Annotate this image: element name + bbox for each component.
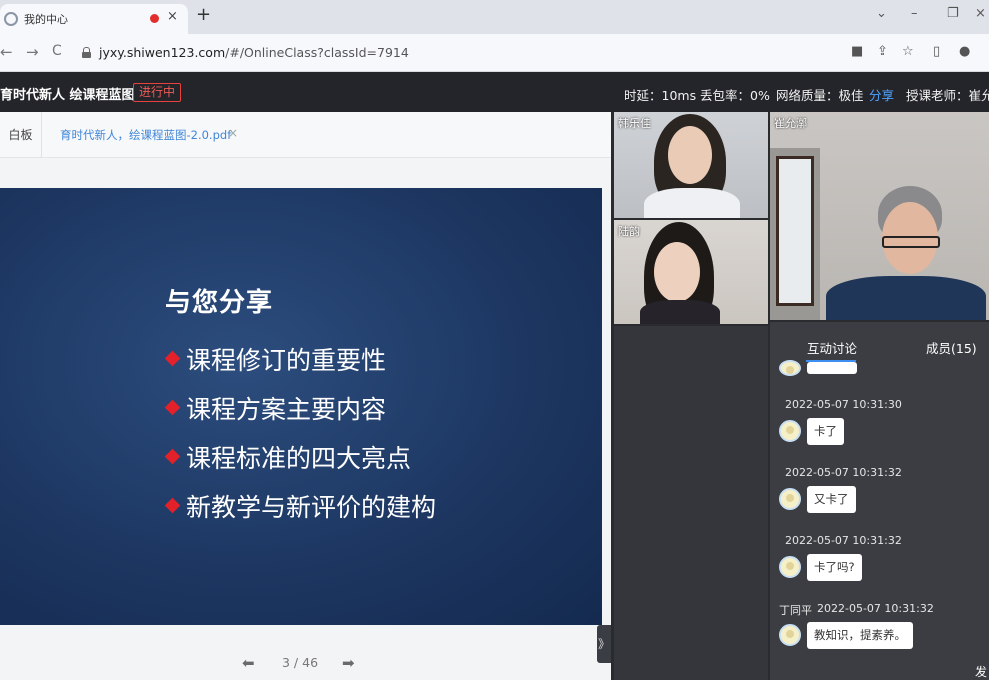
latency-readout: 时延：10ms — [624, 88, 697, 103]
document-tabs: 白板 育时代新人，绘课程蓝图-2.0.pdf × — [0, 112, 611, 158]
glasses-icon — [882, 236, 940, 248]
course-title: 育时代新人 绘课程蓝图 — [0, 88, 135, 103]
collapse-panel-button[interactable]: 》 — [597, 625, 611, 663]
chat-tabs: 互动讨论 成员(15) — [770, 322, 989, 366]
chat-message: 卡了 — [807, 418, 844, 445]
url-field[interactable]: jyxy.shiwen123.com/#/OnlineClass?classId… — [99, 45, 409, 60]
packet-loss-readout: 丢包率：0% — [700, 88, 770, 103]
participant-name: 韩乐佳 — [618, 117, 651, 130]
tab-pdf-document[interactable]: 育时代新人，绘课程蓝图-2.0.pdf — [60, 127, 231, 143]
send-button[interactable]: 发 — [975, 663, 987, 680]
browser-tab[interactable]: 我的中心 × — [0, 4, 188, 34]
message-time: 2022-05-07 10:31:32 — [817, 602, 934, 615]
page-navigator: ⬅ 3 / 46 ➡ — [0, 652, 611, 680]
tab-close-icon[interactable]: × — [167, 9, 178, 24]
message-sender: 丁同平 — [779, 604, 812, 617]
chat-panel: 互动讨论 成员(15) 2022-05-07 10:31:30 卡了 2022-… — [770, 322, 989, 680]
user-avatar — [779, 624, 801, 646]
user-avatar — [779, 556, 801, 578]
chat-bubble-cutoff — [807, 362, 857, 374]
site-favicon-icon — [4, 12, 18, 26]
minimize-button[interactable]: – — [911, 6, 918, 21]
video-tile-participant-2[interactable]: 陆韵 — [614, 220, 768, 324]
video-tile-teacher[interactable]: 崔允漷 — [770, 112, 989, 320]
back-button[interactable]: ← — [0, 43, 13, 61]
teacher-label: 授课老师：崔允漷 — [906, 88, 989, 103]
address-bar-row: ← → C jyxy.shiwen123.com/#/OnlineClass?c… — [0, 34, 989, 72]
video-tile-participant-1[interactable]: 韩乐佳 — [614, 112, 768, 218]
message-time: 2022-05-07 10:31:30 — [785, 398, 902, 411]
user-avatar — [779, 420, 801, 442]
camera-icon[interactable]: ■ — [851, 44, 863, 59]
new-tab-button[interactable]: + — [196, 4, 211, 25]
slide-bullet-item: 课程标准的四大亮点 — [186, 444, 412, 473]
tab-search-icon[interactable]: ⌄ — [876, 6, 887, 21]
participant-video-figure — [654, 242, 700, 302]
network-quality-readout: 网络质量：极佳 — [776, 88, 864, 103]
chat-message: 教知识，提素养。 — [807, 622, 913, 649]
browser-tab-strip: 我的中心 × + ⌄ – ❐ × — [0, 0, 989, 34]
participant-video-figure — [640, 300, 720, 324]
status-badge: 进行中 — [133, 83, 182, 102]
chat-message: 又卡了 — [807, 486, 856, 513]
sidebar-icon[interactable]: ▯ — [933, 44, 940, 59]
participant-video-figure — [668, 126, 712, 184]
slide-bullet-item: 新教学与新评价的建构 — [186, 493, 437, 522]
slide-bullet-item: 课程修订的重要性 — [186, 346, 387, 375]
slide-bullet-item: 课程方案主要内容 — [186, 395, 387, 424]
user-avatar — [779, 360, 801, 376]
share-page-icon[interactable]: ⇪ — [877, 44, 888, 59]
tab-members[interactable]: 成员(15) — [926, 338, 977, 357]
restore-button[interactable]: ❐ — [947, 6, 959, 21]
participant-name: 陆韵 — [618, 225, 640, 238]
next-page-button[interactable]: ➡ — [342, 654, 355, 672]
participant-video-figure — [644, 188, 740, 218]
message-time: 2022-05-07 10:31:32 — [785, 534, 902, 547]
background-window — [776, 156, 814, 306]
url-path: /#/OnlineClass?classId=7914 — [225, 45, 409, 60]
reload-button[interactable]: C — [52, 43, 62, 59]
tab-title: 我的中心 — [24, 13, 68, 26]
participant-video-figure — [826, 276, 986, 320]
page-indicator: 3 / 46 — [282, 655, 319, 670]
url-host: jyxy.shiwen123.com — [99, 45, 226, 60]
user-avatar — [779, 488, 801, 510]
bullet-diamond-icon — [164, 350, 181, 367]
participant-name: 崔允漷 — [774, 117, 807, 130]
bullet-diamond-icon — [164, 448, 181, 465]
document-panel: 白板 育时代新人，绘课程蓝图-2.0.pdf × 与您分享 课程修订的重要性 课… — [0, 112, 611, 680]
tab-discussion[interactable]: 互动讨论 — [807, 338, 857, 357]
pdf-tab-close-icon[interactable]: × — [228, 126, 238, 140]
close-window-button[interactable]: × — [975, 6, 986, 21]
prev-page-button[interactable]: ⬅ — [242, 654, 255, 672]
recording-indicator-icon — [150, 14, 159, 23]
tab-whiteboard[interactable]: 白板 — [0, 112, 42, 158]
share-button[interactable]: 分享 — [869, 85, 894, 104]
presentation-slide: 与您分享 课程修订的重要性 课程方案主要内容 课程标准的四大亮点 新教学与新评价… — [0, 188, 602, 625]
bookmark-star-icon[interactable]: ☆ — [902, 44, 914, 59]
slide-title: 与您分享 — [165, 288, 274, 318]
bullet-diamond-icon — [164, 399, 181, 416]
lock-icon[interactable] — [82, 47, 91, 58]
chat-message: 卡了吗? — [807, 554, 862, 581]
profile-icon[interactable]: ● — [959, 44, 970, 59]
forward-button[interactable]: → — [26, 43, 39, 61]
message-time: 2022-05-07 10:31:32 — [785, 466, 902, 479]
bullet-diamond-icon — [164, 497, 181, 514]
classroom-header: 育时代新人 绘课程蓝图 进行中 时延：10ms 丢包率：0% 网络质量：极佳 分… — [0, 72, 989, 112]
video-column-background — [614, 326, 768, 680]
